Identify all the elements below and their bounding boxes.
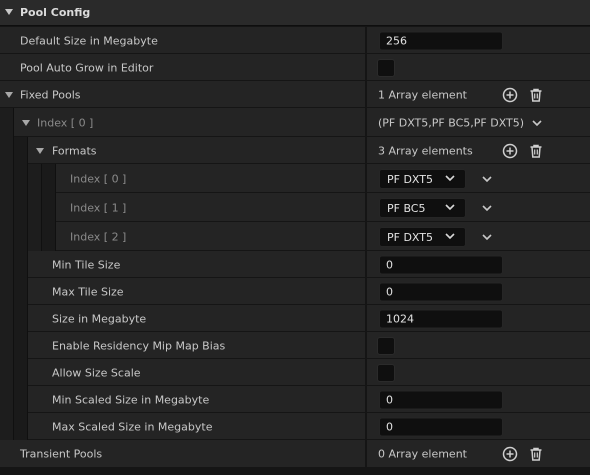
- index-0-chevron-down-icon[interactable]: [531, 119, 543, 127]
- trash-icon[interactable]: [528, 143, 544, 159]
- add-element-icon[interactable]: [502, 87, 518, 103]
- auto-grow-checkbox[interactable]: [377, 58, 395, 77]
- chevron-down-icon: [445, 232, 455, 239]
- fixed-pools-count: 1 Array element: [378, 88, 467, 101]
- auto-grow-row: Pool Auto Grow in Editor: [0, 54, 590, 81]
- format-1-options-chevron-down-icon[interactable]: [481, 204, 493, 212]
- format-1-dropdown[interactable]: PF BC5: [379, 197, 466, 218]
- format-2-dropdown[interactable]: PF DXT5: [379, 226, 466, 247]
- format-index-1-row: Index [ 1 ] PF BC5: [0, 193, 590, 222]
- section-title: Pool Config: [20, 6, 91, 19]
- min-scaled-input[interactable]: 0: [379, 390, 503, 409]
- trash-icon[interactable]: [528, 446, 544, 462]
- max-tile-input[interactable]: 0: [379, 282, 503, 301]
- transient-pools-label: Transient Pools: [20, 447, 103, 460]
- add-format-icon[interactable]: [502, 143, 518, 159]
- format-index-0-row: Index [ 0 ] PF DXT5: [0, 164, 590, 193]
- fixed-pools-label: Fixed Pools: [20, 88, 81, 101]
- default-size-label: Default Size in Megabyte: [20, 34, 158, 47]
- nesting-guide: [0, 108, 14, 440]
- fixed-pools-expand-arrow-icon[interactable]: [5, 91, 13, 98]
- chevron-down-icon: [445, 203, 455, 210]
- trash-icon[interactable]: [528, 87, 544, 103]
- format-0-value: PF DXT5: [387, 172, 433, 186]
- allow-scale-checkbox[interactable]: [377, 363, 395, 382]
- nesting-guide: [14, 137, 28, 440]
- default-size-input[interactable]: 256: [379, 31, 503, 50]
- max-scaled-input[interactable]: 0: [379, 417, 503, 436]
- formats-row: Formats 3 Array elements: [0, 137, 590, 164]
- index-0-summary: (PF DXT5,PF BC5,PF DXT5): [378, 116, 525, 129]
- index-0-label: Index [ 0 ]: [37, 116, 94, 129]
- min-scaled-row: Min Scaled Size in Megabyte 0: [0, 386, 590, 413]
- transient-pools-count: 0 Array element: [378, 447, 467, 460]
- format-0-options-chevron-down-icon[interactable]: [481, 175, 493, 183]
- transient-pools-row: Transient Pools 0 Array element: [0, 440, 590, 467]
- auto-grow-label: Pool Auto Grow in Editor: [20, 61, 154, 74]
- min-scaled-label: Min Scaled Size in Megabyte: [52, 393, 210, 406]
- format-0-dropdown[interactable]: PF DXT5: [379, 168, 466, 189]
- formats-expand-arrow-icon[interactable]: [36, 147, 44, 154]
- residency-label: Enable Residency Mip Map Bias: [52, 339, 226, 352]
- formats-label: Formats: [52, 144, 97, 157]
- format-index-2-row: Index [ 2 ] PF DXT5: [0, 222, 590, 251]
- residency-checkbox[interactable]: [377, 336, 395, 355]
- nesting-guide: [42, 164, 56, 251]
- fixed-pools-row: Fixed Pools 1 Array element: [0, 81, 590, 108]
- index-0-expand-arrow-icon[interactable]: [22, 119, 30, 126]
- residency-row: Enable Residency Mip Map Bias: [0, 332, 590, 359]
- max-tile-row: Max Tile Size 0: [0, 278, 590, 305]
- chevron-down-icon: [445, 174, 455, 181]
- size-mb-label: Size in Megabyte: [52, 312, 147, 325]
- format-2-value: PF DXT5: [387, 230, 433, 244]
- format-1-value: PF BC5: [387, 201, 426, 215]
- min-tile-label: Min Tile Size: [52, 258, 121, 271]
- add-element-icon[interactable]: [502, 446, 518, 462]
- default-size-row: Default Size in Megabyte 256: [0, 27, 590, 54]
- format-index-label: Index [ 2 ]: [70, 230, 127, 243]
- format-index-label: Index [ 1 ]: [70, 201, 127, 214]
- details-panel: Pool Config Default Size in Megabyte 256…: [0, 0, 590, 475]
- max-tile-label: Max Tile Size: [52, 285, 124, 298]
- min-tile-row: Min Tile Size 0: [0, 251, 590, 278]
- formats-count: 3 Array elements: [378, 144, 473, 157]
- allow-scale-row: Allow Size Scale: [0, 359, 590, 386]
- max-scaled-row: Max Scaled Size in Megabyte 0: [0, 413, 590, 440]
- collapse-arrow-icon[interactable]: [5, 9, 13, 15]
- size-mb-input[interactable]: 1024: [379, 309, 503, 328]
- fixed-pool-index-0-row: Index [ 0 ] (PF DXT5,PF BC5,PF DXT5): [0, 108, 590, 137]
- pool-config-header[interactable]: Pool Config: [0, 0, 590, 26]
- format-index-label: Index [ 0 ]: [70, 172, 127, 185]
- format-2-options-chevron-down-icon[interactable]: [481, 233, 493, 241]
- size-mb-row: Size in Megabyte 1024: [0, 305, 590, 332]
- nesting-guide: [28, 164, 42, 251]
- allow-scale-label: Allow Size Scale: [52, 366, 141, 379]
- max-scaled-label: Max Scaled Size in Megabyte: [52, 420, 213, 433]
- min-tile-input[interactable]: 0: [379, 255, 503, 274]
